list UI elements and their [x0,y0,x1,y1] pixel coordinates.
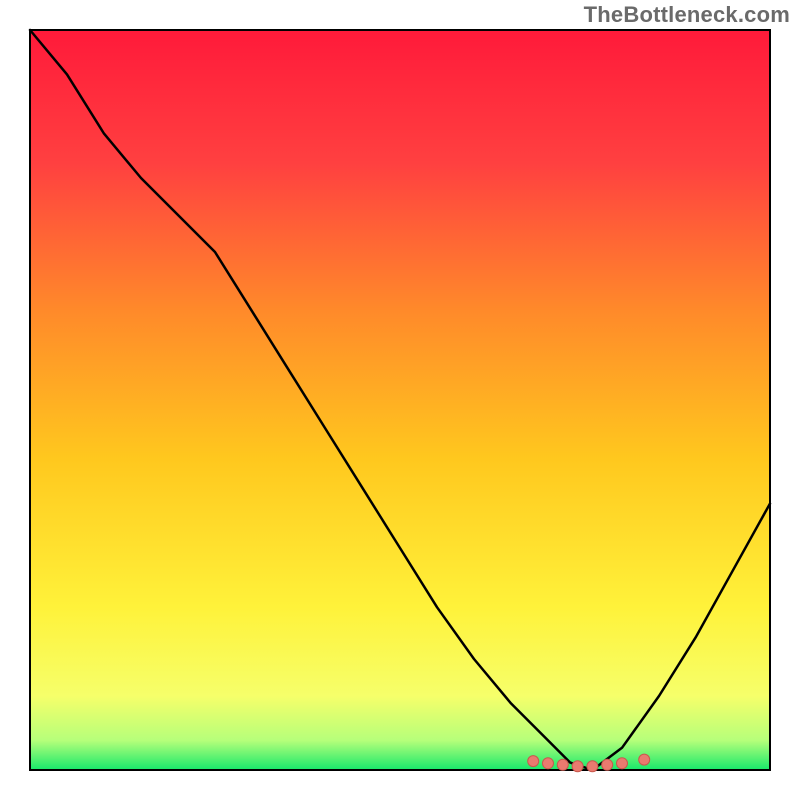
optimum-marker [543,758,554,769]
optimum-marker [557,759,568,770]
bottleneck-chart [0,0,800,800]
optimum-marker [528,756,539,767]
plot-area [30,30,770,770]
optimum-marker [587,761,598,772]
optimum-marker [617,758,628,769]
optimum-marker [639,754,650,765]
optimum-marker [572,761,583,772]
watermark-text: TheBottleneck.com [584,2,790,28]
optimum-marker [602,759,613,770]
